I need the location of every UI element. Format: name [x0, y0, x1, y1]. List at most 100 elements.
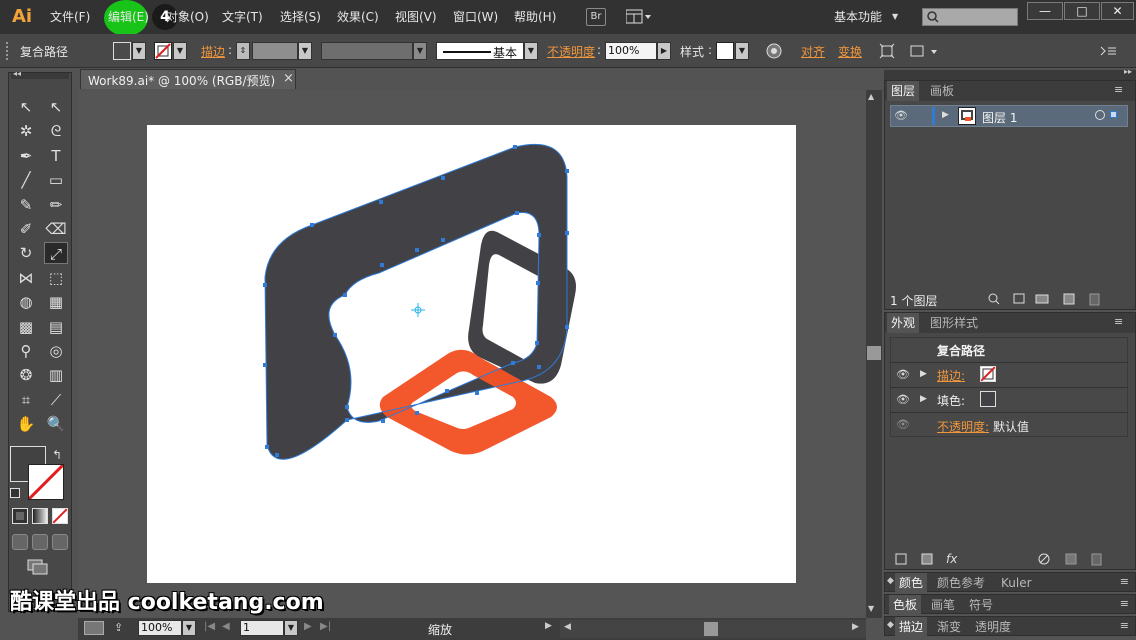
anchor-point[interactable]	[379, 200, 383, 204]
stroke-expand-icon[interactable]: ▶	[920, 369, 927, 379]
artboard-tool-icon[interactable]: ⌗	[14, 389, 38, 411]
tab-brushes[interactable]: 画笔	[927, 595, 959, 615]
tab-transparency[interactable]: 透明度	[971, 617, 1015, 637]
profile-dropdown-icon[interactable]: ▼	[413, 42, 427, 60]
swatches-group-menu-icon[interactable]: ≡	[1120, 597, 1129, 610]
anchor-point[interactable]	[345, 418, 349, 422]
last-artboard-icon[interactable]: ▶|	[320, 621, 331, 632]
h-scroll-thumb[interactable]	[704, 622, 718, 636]
paintbrush-tool-icon[interactable]: ✎	[14, 194, 38, 216]
fill-swatch[interactable]	[113, 42, 131, 60]
draw-normal-icon[interactable]	[12, 534, 28, 550]
appearance-opacity-link[interactable]: 不透明度:	[937, 418, 989, 435]
blend-tool-icon[interactable]: ◎	[44, 340, 68, 362]
anchor-point[interactable]	[537, 365, 541, 369]
status-menu-icon[interactable]: ▶	[545, 621, 552, 631]
anchor-point[interactable]	[536, 281, 540, 285]
anchor-point[interactable]	[565, 169, 569, 173]
layers-menu-icon[interactable]: ≡	[1114, 83, 1123, 96]
free-transform-tool-icon[interactable]: ⬚	[44, 267, 68, 289]
stroke-panel-link[interactable]: 描边	[201, 43, 225, 60]
menu-select[interactable]: 选择(S)	[280, 8, 321, 26]
vertical-scrollbar[interactable]: ▲ ▼	[866, 90, 882, 618]
selection-tool-icon[interactable]: ↖	[14, 96, 38, 118]
layer-visibility-eye-icon[interactable]: 👁	[894, 109, 908, 122]
layer-name[interactable]: 图层 1	[982, 109, 1017, 126]
zoom-input[interactable]: 100%	[138, 620, 182, 636]
anchor-point[interactable]	[343, 293, 347, 297]
layer-target-icon[interactable]	[1095, 110, 1105, 120]
scroll-down-icon[interactable]: ▼	[868, 604, 874, 613]
envelope-options-icon[interactable]	[910, 43, 940, 59]
anchor-point[interactable]	[513, 145, 517, 149]
anchor-point[interactable]	[345, 405, 349, 409]
dock-header[interactable]: ▸▸	[884, 67, 1136, 80]
anchor-point[interactable]	[535, 341, 539, 345]
graphic-style-dropdown-icon[interactable]: ▼	[735, 42, 749, 60]
type-tool-icon[interactable]: T	[44, 145, 68, 167]
anchor-point[interactable]	[265, 445, 269, 449]
menu-view[interactable]: 视图(V)	[395, 8, 437, 26]
direct-selection-tool-icon[interactable]: ↖	[44, 96, 68, 118]
menu-window[interactable]: 窗口(W)	[453, 8, 498, 26]
tab-color[interactable]: 颜色	[895, 573, 928, 593]
scroll-up-icon[interactable]: ▲	[868, 92, 874, 101]
isolate-selected-icon[interactable]	[879, 43, 895, 59]
brush-definition[interactable]: 基本	[436, 42, 524, 60]
appearance-stroke-link[interactable]: 描边:	[937, 367, 965, 384]
tab-symbols[interactable]: 符号	[965, 595, 997, 615]
default-colors-icon[interactable]	[10, 488, 20, 498]
rectangle-tool-icon[interactable]: ▭	[44, 169, 68, 191]
transform-panel-link[interactable]: 变换	[838, 43, 862, 60]
add-effect-button[interactable]: fx	[946, 552, 957, 566]
first-artboard-icon[interactable]: |◀	[204, 621, 215, 632]
slice-tool-icon[interactable]: ⟋	[44, 389, 68, 411]
swap-fill-stroke-icon[interactable]: ↰	[52, 448, 62, 462]
width-tool-icon[interactable]: ⋈	[14, 267, 38, 289]
arrange-documents-icon[interactable]	[625, 9, 652, 25]
scroll-thumb[interactable]	[867, 346, 881, 360]
color-mode-icon[interactable]	[12, 508, 28, 524]
graphic-style-swatch[interactable]	[716, 42, 734, 60]
fill-expand-icon[interactable]: ▶	[920, 394, 927, 404]
stroke-group-menu-icon[interactable]: ≡	[1120, 619, 1129, 632]
opacity-visibility-eye-icon[interactable]: 👁	[896, 418, 910, 431]
mesh-tool-icon[interactable]: ▩	[14, 316, 38, 338]
artboard-dropdown-icon[interactable]: ▼	[284, 620, 298, 636]
menu-object[interactable]: 对象(O)	[166, 8, 209, 26]
anchor-point[interactable]	[415, 248, 419, 252]
tab-stroke[interactable]: 描边	[895, 617, 928, 637]
draw-inside-icon[interactable]	[52, 534, 68, 550]
lasso-tool-icon[interactable]: ᘓ	[44, 120, 68, 142]
anchor-point[interactable]	[275, 453, 279, 457]
anchor-point[interactable]	[475, 391, 479, 395]
none-mode-icon[interactable]	[52, 508, 68, 524]
scroll-left-icon[interactable]: ◀	[564, 622, 571, 632]
anchor-point[interactable]	[415, 411, 419, 415]
search-input[interactable]	[922, 8, 1018, 26]
current-tool-status[interactable]: 缩放	[428, 621, 452, 638]
workspace-dropdown-icon[interactable]: ▼	[892, 12, 898, 21]
symbol-sprayer-tool-icon[interactable]: ❂	[14, 364, 38, 386]
gpu-icon[interactable]	[84, 621, 104, 635]
appearance-fill-swatch[interactable]	[980, 391, 996, 407]
control-bar-grip[interactable]	[6, 42, 12, 60]
pen-tool-icon[interactable]: ✒	[14, 145, 38, 167]
scale-tool-icon[interactable]: ⤢	[44, 242, 68, 265]
screen-mode-icon[interactable]	[26, 558, 50, 576]
line-segment-tool-icon[interactable]: ╱	[14, 169, 38, 191]
stroke-weight-input[interactable]	[252, 42, 298, 60]
align-panel-link[interactable]: 对齐	[801, 43, 825, 60]
rotate-tool-icon[interactable]: ↻	[14, 242, 38, 264]
anchor-point[interactable]	[441, 238, 445, 242]
eraser-tool-icon[interactable]: ⌫	[44, 218, 68, 240]
opacity-input[interactable]: 100%	[605, 42, 657, 60]
anchor-point[interactable]	[380, 263, 384, 267]
artboard-number-input[interactable]: 1	[240, 620, 284, 636]
stroke-weight-dropdown-icon[interactable]: ▼	[298, 42, 312, 60]
gradient-mode-icon[interactable]	[32, 508, 48, 524]
menu-help[interactable]: 帮助(H)	[514, 8, 556, 26]
perspective-grid-tool-icon[interactable]: ▦	[44, 291, 68, 313]
maximize-button[interactable]: □	[1064, 2, 1100, 20]
color-group-menu-icon[interactable]: ≡	[1120, 575, 1129, 588]
